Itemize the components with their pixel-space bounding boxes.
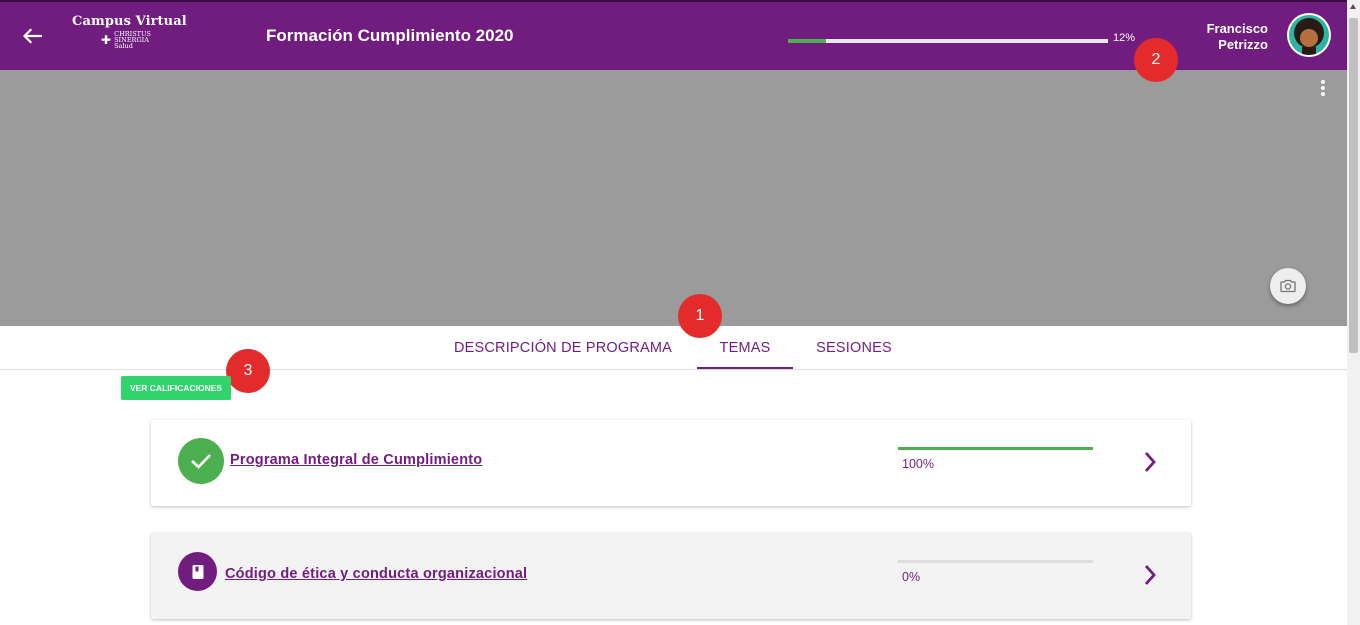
campus-virtual-logo[interactable]: Campus Virtual ✚ CHRISTUS SINERGIA Salud (72, 14, 187, 50)
change-banner-button[interactable] (1270, 268, 1306, 304)
topic-progress-bar (898, 447, 1093, 450)
program-tabs: DESCRIPCIÓN DE PROGRAMA TEMAS SESIONES (0, 326, 1347, 370)
tab-sessions[interactable]: SESIONES (800, 326, 908, 370)
user-last-name: Petrizzo (1218, 37, 1268, 52)
course-title: Formación Cumplimiento 2020 (266, 26, 514, 45)
arrow-left-icon (22, 28, 42, 44)
view-grades-button[interactable]: VER CALIFICACIONES (121, 376, 231, 400)
christus-cross-icon: ✚ (101, 33, 112, 47)
topic-progress-bar (898, 560, 1093, 563)
avatar-portrait-icon (1294, 18, 1324, 55)
user-name[interactable]: Francisco Petrizzo (1207, 21, 1268, 53)
active-tab-indicator (697, 367, 793, 369)
book-icon (192, 564, 203, 579)
chevron-right-icon (1144, 452, 1156, 472)
tab-description[interactable]: DESCRIPCIÓN DE PROGRAMA (440, 326, 686, 370)
page-scrollbar[interactable] (1347, 0, 1360, 625)
avatar[interactable] (1287, 13, 1331, 57)
topic-title-link[interactable]: Programa Integral de Cumplimiento (230, 452, 482, 468)
check-icon (191, 454, 211, 469)
annotation-marker-1: 1 (678, 294, 722, 338)
topic-status-badge (178, 552, 217, 591)
course-banner (0, 70, 1347, 326)
course-page: Campus Virtual ✚ CHRISTUS SINERGIA Salud… (0, 0, 1360, 625)
scroll-thumb[interactable] (1349, 18, 1358, 353)
topic-progress-text: 0% (902, 570, 921, 584)
open-topic-button[interactable] (1138, 560, 1162, 590)
course-progress-fill (788, 39, 827, 43)
topic-card[interactable]: Programa Integral de Cumplimiento 100% (151, 420, 1191, 506)
course-progress-bar (788, 39, 1108, 43)
user-first-name: Francisco (1206, 21, 1268, 36)
completed-badge (178, 438, 224, 484)
camera-icon (1280, 279, 1296, 293)
more-menu-button[interactable] (1313, 76, 1333, 100)
open-topic-button[interactable] (1138, 447, 1162, 477)
topic-progress-text: 100% (902, 457, 934, 471)
topic-progress-fill (898, 447, 1093, 450)
chevron-right-icon (1144, 565, 1156, 585)
scroll-up-icon[interactable] (1350, 4, 1356, 9)
more-vertical-icon (1321, 80, 1325, 84)
back-button[interactable] (18, 22, 46, 50)
annotation-marker-2: 2 (1134, 38, 1178, 82)
topic-title-link[interactable]: Código de ética y conducta organizaciona… (225, 566, 527, 582)
logo-subtitle: CHRISTUS SINERGIA Salud (114, 30, 151, 50)
logo-title: Campus Virtual (72, 14, 187, 29)
course-progress-text: 12% (1113, 32, 1136, 44)
topic-card[interactable]: Código de ética y conducta organizaciona… (151, 533, 1191, 619)
annotation-marker-3: 3 (226, 349, 270, 393)
